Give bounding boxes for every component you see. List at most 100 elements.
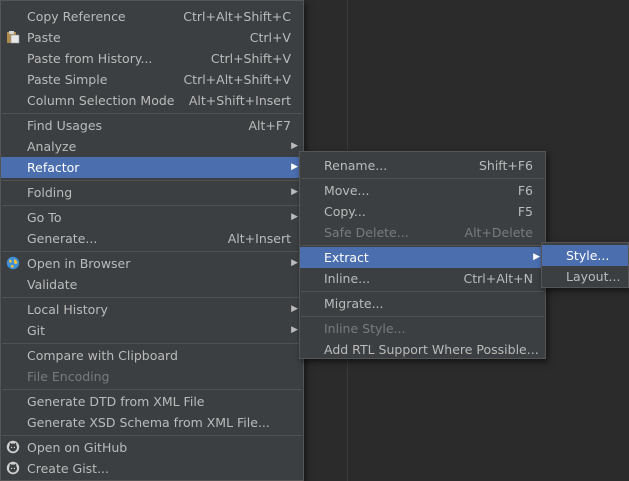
menu-item-shortcut: F6 [517,183,533,198]
menu-item-label: Refactor [27,160,80,175]
menu-item-go-to[interactable]: Go To ▶ [1,207,303,228]
menu-separator [2,389,302,390]
menu-item-shortcut: F5 [517,204,533,219]
menu-item-analyze[interactable]: Analyze ▶ [1,136,303,157]
menu-item-label: File Encoding [27,369,110,384]
menu-item-file-encoding: File Encoding [1,366,303,387]
menu-item-label: Generate... [27,231,98,246]
menu-item-label: Open on GitHub [27,440,128,455]
menu-item-label: Copy... [324,204,366,219]
menu-item-shortcut: Ctrl+Shift+V [210,51,291,66]
menu-item-find-usages[interactable]: Find Usages Alt+F7 [1,115,303,136]
menu-item-label: Compare with Clipboard [27,348,178,363]
menu-item-label: Validate [27,277,78,292]
extract-submenu: Style... Layout... [541,242,629,288]
menu-item-label: Open in Browser [27,256,131,271]
menu-item-git[interactable]: Git ▶ [1,320,303,341]
menu-item-safe-delete: Safe Delete... Alt+Delete [300,222,545,243]
submenu-arrow-icon: ▶ [291,162,298,172]
menu-item-shortcut: Ctrl+Alt+Shift+C [183,9,291,24]
menu-item-add-rtl-support[interactable]: Add RTL Support Where Possible... [300,339,545,360]
menu-item-label: Local History [27,302,108,317]
submenu-arrow-icon: ▶ [291,304,298,314]
menu-separator [2,205,302,206]
menu-item-label: Go To [27,210,62,225]
menu-item-layout[interactable]: Layout... [542,266,628,287]
menu-item-shortcut: Alt+Shift+Insert [188,93,291,108]
menu-item-copy[interactable]: Copy... F5 [300,201,545,222]
menu-item-label: Style... [566,248,610,263]
submenu-arrow-icon: ▶ [291,212,298,222]
menu-item-label: Inline Style... [324,321,406,336]
submenu-arrow-icon: ▶ [291,258,298,268]
menu-item-paste[interactable]: Paste Ctrl+V [1,27,303,48]
menu-item-inline[interactable]: Inline... Ctrl+Alt+N [300,268,545,289]
submenu-arrow-icon: ▶ [291,187,298,197]
menu-item-shortcut: Ctrl+Alt+Shift+V [183,72,291,87]
menu-item-label: Paste [27,30,61,45]
globe-icon [6,256,20,270]
menu-item-move[interactable]: Move... F6 [300,180,545,201]
refactor-submenu: Rename... Shift+F6 Move... F6 Copy... F5… [299,151,546,359]
menu-item-validate[interactable]: Validate [1,274,303,295]
menu-item-generate-xsd[interactable]: Generate XSD Schema from XML File... [1,412,303,433]
menu-item-shortcut: Ctrl+Alt+N [463,271,533,286]
context-menu: Copy Reference Ctrl+Alt+Shift+C Paste Ct… [0,0,304,481]
menu-item-label: Git [27,323,46,338]
menu-item-paste-from-history[interactable]: Paste from History... Ctrl+Shift+V [1,48,303,69]
menu-item-generate-dtd[interactable]: Generate DTD from XML File [1,391,303,412]
github-icon [6,461,20,475]
github-icon [6,440,20,454]
menu-item-style[interactable]: Style... [542,245,628,266]
clipboard-icon [7,31,20,44]
menu-separator [2,297,302,298]
menu-item-label: Paste from History... [27,51,153,66]
submenu-arrow-icon: ▶ [291,141,298,151]
menu-separator [2,180,302,181]
menu-item-extract[interactable]: Extract ▶ [300,247,545,268]
menu-item-label: Layout... [566,269,621,284]
submenu-arrow-icon: ▶ [291,325,298,335]
menu-item-generate[interactable]: Generate... Alt+Insert [1,228,303,249]
menu-item-migrate[interactable]: Migrate... [300,293,545,314]
menu-item-label: Rename... [324,158,388,173]
menu-item-shortcut: Alt+Insert [227,231,291,246]
menu-separator [301,316,544,317]
menu-item-label: Paste Simple [27,72,108,87]
menu-item-shortcut: Ctrl+V [249,30,291,45]
menu-separator [301,245,544,246]
menu-item-label: Find Usages [27,118,103,133]
menu-item-label: Extract [324,250,369,265]
menu-item-inline-style: Inline Style... [300,318,545,339]
menu-item-label: Inline... [324,271,371,286]
menu-separator [301,291,544,292]
menu-item-label: Generate DTD from XML File [27,394,205,409]
menu-item-label: Create Gist... [27,461,110,476]
menu-separator [2,343,302,344]
menu-item-label: Move... [324,183,370,198]
menu-item-shortcut: Shift+F6 [478,158,533,173]
menu-item-label: Safe Delete... [324,225,409,240]
menu-item-refactor[interactable]: Refactor ▶ [1,157,303,178]
menu-item-shortcut: Alt+F7 [248,118,291,133]
menu-item-create-gist[interactable]: Create Gist... [1,458,303,479]
menu-item-rename[interactable]: Rename... Shift+F6 [300,155,545,176]
menu-item-label: Copy Reference [27,9,126,24]
menu-item-shortcut: Alt+Delete [464,225,533,240]
menu-separator [2,251,302,252]
menu-item-paste-simple[interactable]: Paste Simple Ctrl+Alt+Shift+V [1,69,303,90]
menu-separator [301,178,544,179]
submenu-arrow-icon: ▶ [533,252,540,262]
menu-separator [2,435,302,436]
menu-item-label: Column Selection Mode [27,93,175,108]
menu-item-open-on-github[interactable]: Open on GitHub [1,437,303,458]
menu-item-column-selection-mode[interactable]: Column Selection Mode Alt+Shift+Insert [1,90,303,111]
menu-item-open-in-browser[interactable]: Open in Browser ▶ [1,253,303,274]
menu-item-folding[interactable]: Folding ▶ [1,182,303,203]
menu-item-compare-with-clipboard[interactable]: Compare with Clipboard [1,345,303,366]
menu-item-label: Generate XSD Schema from XML File... [27,415,270,430]
menu-item-label: Analyze [27,139,77,154]
menu-item-copy-reference[interactable]: Copy Reference Ctrl+Alt+Shift+C [1,6,303,27]
menu-item-local-history[interactable]: Local History ▶ [1,299,303,320]
menu-separator [2,113,302,114]
